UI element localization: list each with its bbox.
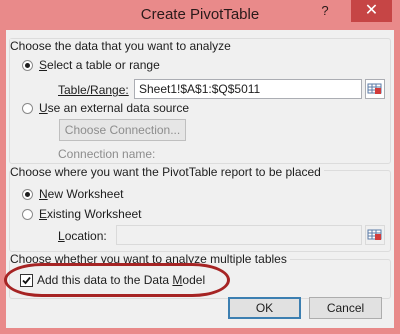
table-range-input[interactable]: Sheet1!$A$1:$Q$5011 [134, 79, 362, 99]
cancel-button[interactable]: Cancel [309, 297, 382, 319]
dialog-body: Choose the data that you want to analyze… [4, 30, 394, 328]
select-table-label[interactable]: Select a table or range [39, 58, 160, 72]
dialog-title: Create PivotTable [140, 6, 260, 23]
ok-button[interactable]: OK [228, 297, 301, 319]
connection-name-label: Connection name: [58, 147, 156, 161]
new-worksheet-radio[interactable] [22, 189, 33, 200]
existing-worksheet-label[interactable]: Existing Worksheet [39, 207, 142, 221]
highlight-annotation [4, 263, 230, 297]
external-source-radio[interactable] [22, 103, 33, 114]
select-table-radio[interactable] [22, 60, 33, 71]
range-selector-icon [367, 229, 382, 240]
location-label: Location: [58, 229, 107, 243]
table-range-label: Table/Range: [58, 83, 129, 97]
existing-worksheet-radio[interactable] [22, 209, 33, 220]
range-selector-button[interactable] [365, 79, 385, 99]
external-source-label[interactable]: Use an external data source [39, 101, 189, 115]
create-pivottable-dialog: Create PivotTable ? ✕ Choose the data th… [0, 0, 400, 334]
range-selector-icon [367, 83, 382, 94]
close-icon[interactable]: ✕ [351, 0, 392, 22]
data-source-heading: Choose the data that you want to analyze [10, 39, 234, 53]
new-worksheet-label[interactable]: New Worksheet [39, 187, 123, 201]
choose-connection-button[interactable]: Choose Connection... [59, 119, 186, 141]
location-selector-button[interactable] [365, 225, 385, 245]
placement-heading: Choose where you want the PivotTable rep… [10, 165, 324, 179]
title-bar: Create PivotTable ? ✕ [0, 0, 400, 30]
help-icon[interactable]: ? [312, 0, 338, 22]
location-input[interactable] [116, 225, 362, 245]
